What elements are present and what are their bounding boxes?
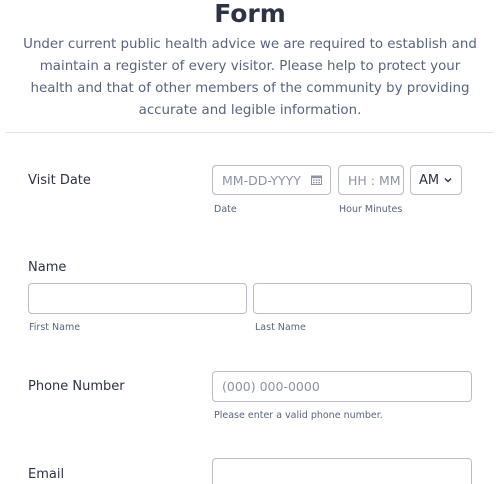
first-name-sublabel: First Name — [29, 322, 81, 333]
time-placeholder: HH : MM — [348, 172, 401, 188]
first-name-input[interactable] — [28, 283, 247, 314]
calendar-icon[interactable] — [311, 175, 322, 185]
date-input[interactable]: MM-DD-YYYY — [212, 165, 331, 195]
email-input[interactable] — [212, 458, 472, 484]
time-input[interactable]: HH : MM — [338, 165, 404, 195]
time-sublabel: Hour Minutes — [339, 204, 403, 215]
header-divider — [6, 132, 494, 133]
phone-placeholder: (000) 000-0000 — [222, 379, 320, 394]
phone-label: Phone Number — [28, 379, 125, 394]
last-name-input[interactable] — [253, 283, 472, 314]
visit-date-label: Visit Date — [28, 173, 91, 188]
date-placeholder: MM-DD-YYYY — [222, 172, 301, 188]
chevron-down-icon — [444, 178, 452, 183]
last-name-sublabel: Last Name — [255, 322, 306, 333]
phone-sublabel: Please enter a valid phone number. — [214, 410, 383, 421]
form-description: Under current public health advice we ar… — [23, 37, 477, 118]
email-label: Email — [28, 467, 65, 482]
ampm-select[interactable]: AM — [410, 165, 462, 195]
ampm-value: AM — [419, 172, 440, 188]
form-title: Form — [214, 0, 286, 28]
date-sublabel: Date — [214, 204, 237, 215]
phone-input[interactable]: (000) 000-0000 — [212, 371, 472, 402]
name-label: Name — [28, 260, 67, 275]
